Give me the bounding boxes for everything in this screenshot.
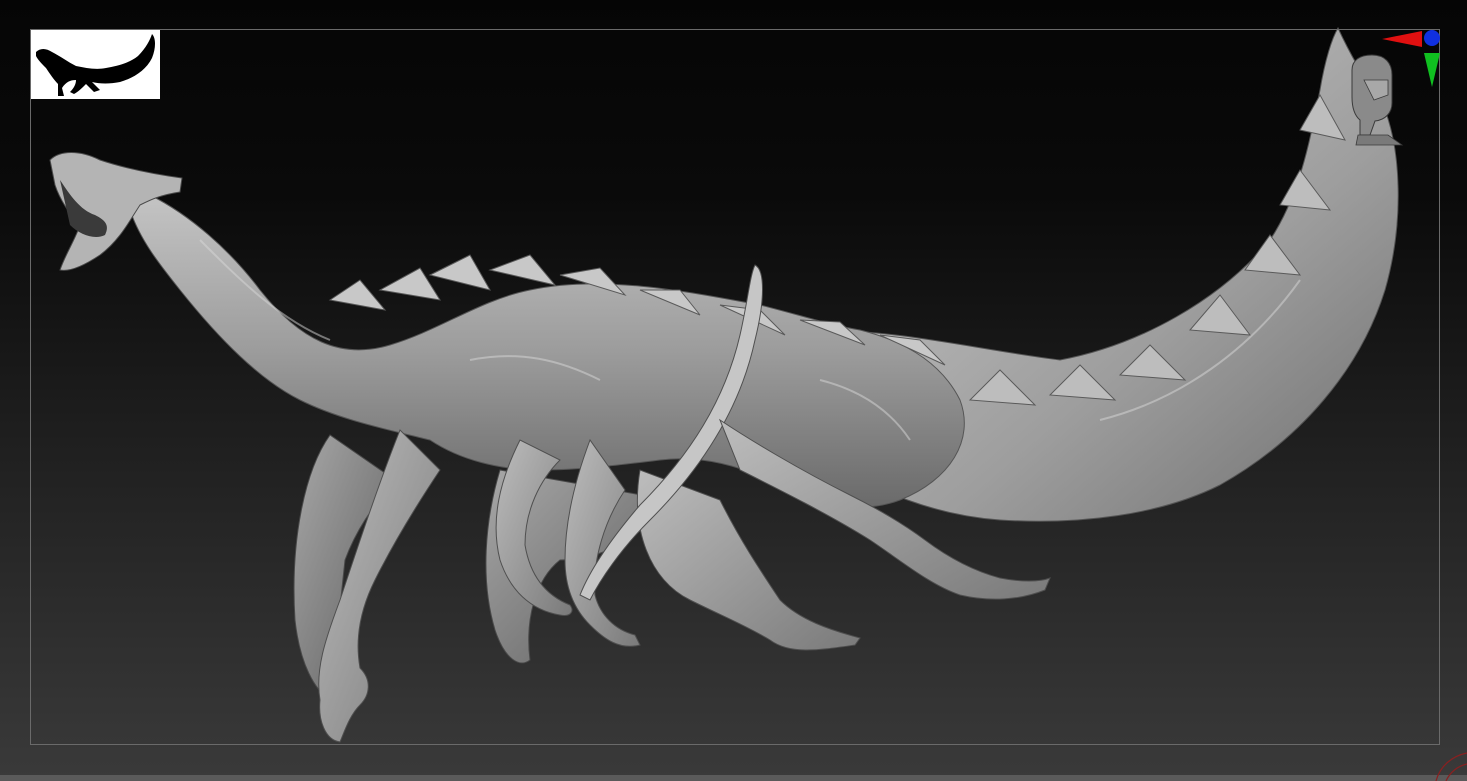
x-axis-arrow[interactable]	[1382, 31, 1422, 47]
z-axis-dot[interactable]	[1424, 30, 1440, 46]
head-orientation-icon	[1351, 54, 1404, 146]
viewport-frame	[30, 29, 1440, 745]
viewport-canvas[interactable]	[0, 0, 1467, 781]
bottom-strip	[0, 775, 1467, 781]
navigation-gizmo[interactable]	[1330, 25, 1445, 160]
rotate-arc-icon[interactable]	[1432, 748, 1467, 781]
y-axis-arrow[interactable]	[1424, 53, 1440, 87]
